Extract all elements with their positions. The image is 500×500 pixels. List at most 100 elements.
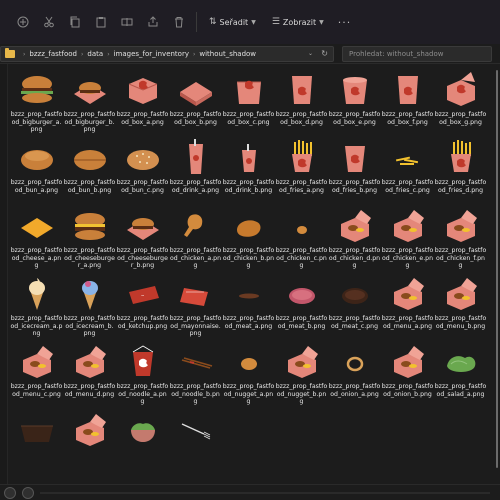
file-item[interactable]: bzzz_prop_fastfood_salad_a.png	[434, 342, 487, 410]
box-flat-icon	[174, 70, 218, 110]
file-item[interactable]: bzzz_prop_fastfood_bigburger_b.png	[63, 70, 116, 138]
file-item[interactable]: bzzz_prop_fastfood_box_a.png	[116, 70, 169, 138]
file-item[interactable]: bzzz_prop_fastfood_box_f.png	[381, 70, 434, 138]
file-item[interactable]: bzzz_prop_fastfood_cheese_a.png	[10, 206, 63, 274]
breadcrumb-item[interactable]: bzzz_fastfood	[29, 50, 77, 58]
file-item[interactable]: bzzz_prop_fastfood_meat_c.png	[328, 274, 381, 342]
file-item[interactable]: bzzz_prop_fastfood_onion_b.png	[381, 342, 434, 410]
file-name: bzzz_prop_fastfood_salad_a.png	[434, 383, 487, 398]
file-item[interactable]: bzzz_prop_fastfood_fries_c.png	[381, 138, 434, 206]
file-item[interactable]: bzzz_prop_fastfood_menu_c.png	[10, 342, 63, 410]
file-item[interactable]: bzzz_prop_fastfood_chicken_f.png	[434, 206, 487, 274]
file-item[interactable]: bzzz_prop_fastfood_noodle_b.png	[169, 342, 222, 410]
file-grid: bzzz_prop_fastfood_bigburger_a.png bzzz_p…	[10, 70, 494, 478]
file-item[interactable]: bzzz_prop_fastfood_nugget_a.png	[222, 342, 275, 410]
file-item[interactable]: bzzz_prop_fastfood_chicken_c.png	[275, 206, 328, 274]
file-item[interactable]: bzzz_prop_fastfood_fries_a.png	[275, 138, 328, 206]
box-food-icon	[15, 342, 59, 382]
taskbar-app-icon[interactable]	[4, 487, 16, 499]
file-item[interactable]: bzzz_prop_fastfood_chicken_e.png	[381, 206, 434, 274]
file-item[interactable]: bzzz_prop_fastfood_menu_b.png	[434, 274, 487, 342]
file-item[interactable]: bzzz_prop_fastfood_fries_d.png	[434, 138, 487, 206]
box-food-icon	[333, 206, 377, 246]
share-icon[interactable]	[140, 9, 166, 35]
file-item[interactable]: bzzz_prop_fastfood_cheeseburger_b.png	[116, 206, 169, 274]
scrollbar-thumb[interactable]	[496, 70, 498, 468]
taskbar-app-icon[interactable]	[22, 487, 34, 499]
file-item[interactable]: bzzz_prop_fastfood_chicken_a.png	[169, 206, 222, 274]
file-item[interactable]: bzzz_prop_fastfood_box_g.png	[434, 70, 487, 138]
file-item[interactable]: bzzz_prop_fastfood_chicken_b.png	[222, 206, 275, 274]
file-item[interactable]: bzzz_prop_fastfood_meat_a.png	[222, 274, 275, 342]
cheeseburger-icon	[68, 206, 112, 246]
file-item[interactable]	[10, 410, 63, 478]
box-food-icon	[68, 410, 112, 450]
box-food-icon	[439, 206, 483, 246]
chicken-piece-icon	[227, 206, 271, 246]
horizontal-scrollbar[interactable]	[40, 492, 490, 494]
file-item[interactable]: bzzz_prop_fastfood_icecream_a.png	[10, 274, 63, 342]
copy-icon[interactable]	[62, 9, 88, 35]
file-item[interactable]: bzzz_prop_fastfood_nugget_b.png	[275, 342, 328, 410]
view-button[interactable]: ☰ Zobrazit ▼	[264, 10, 332, 34]
file-item[interactable]: bzzz_prop_fastfood_noodle_a.png	[116, 342, 169, 410]
file-item[interactable]: bzzz_prop_fastfood_onion_a.png	[328, 342, 381, 410]
file-item[interactable]	[63, 410, 116, 478]
file-item[interactable]: bzzz_prop_fastfood_bun_a.png	[10, 138, 63, 206]
box-tub-icon	[333, 70, 377, 110]
file-item[interactable]: bzzz_prop_fastfood_meat_b.png	[275, 274, 328, 342]
breadcrumb-item[interactable]: images_for_inventory	[114, 50, 189, 58]
file-item[interactable]: bzzz_prop_fastfood_menu_a.png	[381, 274, 434, 342]
file-name: bzzz_prop_fastfood_box_f.png	[381, 111, 434, 126]
file-item[interactable]: bzzz_prop_fastfood_menu_d.png	[63, 342, 116, 410]
file-item[interactable]	[169, 410, 222, 478]
file-item[interactable]: bzzz_prop_fastfood_drink_b.png	[222, 138, 275, 206]
file-item[interactable]: bzzz_prop_fastfood_bun_c.png	[116, 138, 169, 206]
file-item[interactable]: bzzz_prop_fastfood_box_d.png	[275, 70, 328, 138]
sort-button[interactable]: ⇅ Seřadit ▼	[201, 10, 264, 34]
breadcrumb-item[interactable]: without_shadow	[199, 50, 256, 58]
file-item[interactable]: bzzz_prop_fastfood_icecream_b.png	[63, 274, 116, 342]
new-icon[interactable]	[10, 9, 36, 35]
nugget-icon	[227, 342, 271, 382]
file-item[interactable]: bzzz_prop_fastfood_fries_b.png	[328, 138, 381, 206]
file-item[interactable]: bzzz_prop_fastfood_bigburger_a.png	[10, 70, 63, 138]
fries-icon	[439, 138, 483, 178]
file-item[interactable]	[116, 410, 169, 478]
file-name: bzzz_prop_fastfood_box_d.png	[275, 111, 328, 126]
file-item[interactable]: bzzz_prop_fastfood_chicken_d.png	[328, 206, 381, 274]
file-item[interactable]: bzzz_prop_fastfood_bun_b.png	[63, 138, 116, 206]
file-item[interactable]: bzzz_prop_fastfood_mayonnaise.png	[169, 274, 222, 342]
file-name: bzzz_prop_fastfood_nugget_b.png	[275, 383, 328, 406]
more-options-button[interactable]: ···	[338, 16, 352, 29]
rename-icon[interactable]	[114, 9, 140, 35]
fork-icon	[174, 410, 218, 450]
file-item[interactable]: bzzz_prop_fastfood_box_e.png	[328, 70, 381, 138]
file-view: bzzz_prop_fastfood_bigburger_a.png bzzz_p…	[0, 64, 500, 484]
address-bar[interactable]: › bzzz_fastfood › data › images_for_inve…	[0, 46, 334, 62]
address-row: › bzzz_fastfood › data › images_for_inve…	[0, 44, 500, 64]
icecream-berry-icon	[68, 274, 112, 314]
file-name: bzzz_prop_fastfood_drink_a.png	[169, 179, 222, 194]
refresh-icon[interactable]: ↻	[321, 49, 328, 58]
salad-icon	[439, 342, 483, 382]
file-name: bzzz_prop_fastfood_menu_a.png	[381, 315, 434, 330]
file-item[interactable]: bzzz_prop_fastfood_box_b.png	[169, 70, 222, 138]
file-item[interactable]: bzzz_prop_fastfood_drink_a.png	[169, 138, 222, 206]
sort-icon: ⇅	[209, 17, 217, 27]
breadcrumb-item[interactable]: data	[87, 50, 103, 58]
file-item[interactable]: ~ bzzz_prop_fastfood_ketchup.png	[116, 274, 169, 342]
breadcrumb-separator-icon: ›	[23, 50, 26, 58]
file-item[interactable]: bzzz_prop_fastfood_box_c.png	[222, 70, 275, 138]
paste-icon[interactable]	[88, 9, 114, 35]
search-input[interactable]: Prohledat: without_shadow	[342, 46, 492, 62]
box-chicken-icon	[280, 70, 324, 110]
breadcrumb-separator-icon: ›	[192, 50, 196, 58]
vertical-scrollbar[interactable]	[492, 64, 500, 484]
file-name: bzzz_prop_fastfood_bun_b.png	[63, 179, 116, 194]
file-item[interactable]: bzzz_prop_fastfood_cheeseburger_a.png	[63, 206, 116, 274]
delete-icon[interactable]	[166, 9, 192, 35]
file-name: bzzz_prop_fastfood_fries_b.png	[328, 179, 381, 194]
address-history-chevron-icon[interactable]: ⌄	[308, 50, 313, 57]
cut-icon[interactable]	[36, 9, 62, 35]
